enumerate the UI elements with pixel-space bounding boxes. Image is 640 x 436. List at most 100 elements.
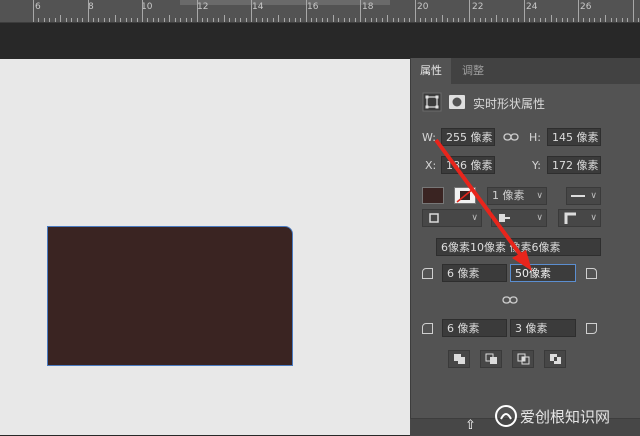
w-label: W: — [422, 131, 436, 144]
ruler-tick — [103, 18, 105, 22]
rounded-rectangle-shape[interactable] — [47, 226, 293, 366]
ruler-tick — [523, 0, 525, 22]
x-label: X: — [425, 159, 437, 172]
y-label: Y: — [532, 159, 541, 172]
ruler-tick — [479, 18, 481, 22]
ruler-tick — [567, 18, 569, 22]
radius-bottom-left-field[interactable]: 6 像素 — [442, 319, 507, 337]
ruler-tick — [82, 18, 84, 22]
stroke-corners-dropdown[interactable]: ∨ — [558, 209, 601, 227]
ruler-tick — [76, 18, 78, 22]
subtract-shapes-button[interactable] — [480, 350, 502, 368]
ruler-tick — [158, 18, 160, 22]
ruler-tick — [207, 18, 209, 22]
ruler-tick — [409, 18, 411, 22]
radius-bottom-right-field[interactable]: 3 像素 — [510, 319, 576, 337]
ruler-tick — [621, 18, 623, 22]
corner-top-left-icon — [422, 268, 433, 279]
ruler-tick — [632, 0, 634, 22]
ruler-tick — [196, 0, 198, 22]
ruler-tick — [152, 18, 154, 22]
stroke-caps-dropdown[interactable]: ∨ — [491, 209, 547, 227]
ruler-tick — [321, 18, 323, 22]
ruler-tick — [114, 15, 116, 22]
intersect-shapes-button[interactable] — [512, 350, 534, 368]
corner-radius-combined[interactable]: 6像素10像素 像素6像素 — [436, 238, 601, 256]
transform-icon[interactable] — [422, 92, 442, 112]
ruler-tick — [605, 15, 607, 22]
ruler-tick — [419, 18, 421, 22]
ruler-tick — [240, 18, 242, 22]
ruler-tick — [87, 0, 89, 22]
y-field[interactable]: 172 像素 — [547, 156, 601, 174]
chevron-down-icon: ∨ — [590, 213, 597, 223]
link-radii-icon[interactable] — [502, 296, 518, 305]
canvas-pasteboard — [0, 23, 640, 59]
mask-icon[interactable] — [448, 94, 466, 110]
ruler-label: 26 — [580, 2, 592, 12]
line-style-icon — [571, 195, 585, 197]
stroke-width-dropdown[interactable]: 1 像素 ∨ — [487, 187, 547, 205]
ruler-tick — [185, 18, 187, 22]
ruler-tick — [98, 18, 100, 22]
ruler-label: 12 — [197, 2, 209, 12]
ruler-tick — [436, 18, 438, 22]
link-icon[interactable] — [503, 133, 519, 142]
ruler-scroll-handle[interactable] — [180, 0, 390, 5]
ruler-tick — [120, 18, 122, 22]
ruler-tick — [218, 18, 220, 22]
ruler-tick — [501, 18, 503, 22]
ruler-tick — [370, 18, 372, 22]
tab-properties[interactable]: 属性 — [411, 58, 451, 84]
fill-color-swatch[interactable] — [422, 187, 444, 204]
ruler-tick — [267, 18, 269, 22]
ruler-tick — [300, 18, 302, 22]
ruler-tick — [60, 15, 62, 22]
width-field[interactable]: 255 像素 — [441, 128, 495, 146]
ruler-tick — [430, 18, 432, 22]
ruler-tick — [92, 18, 94, 22]
ruler-tick — [610, 18, 612, 22]
ruler-tick — [594, 18, 596, 22]
watermark-logo-icon — [495, 405, 517, 427]
corner-join-icon — [564, 212, 576, 224]
ruler-tick — [572, 18, 574, 22]
stroke-type-dropdown[interactable]: ∨ — [566, 187, 601, 205]
ruler-tick — [33, 0, 34, 22]
ruler-tick — [534, 18, 536, 22]
stroke-color-swatch[interactable] — [454, 187, 476, 204]
ruler-tick — [469, 0, 470, 22]
ruler-tick — [414, 0, 416, 22]
ruler-tick — [142, 0, 143, 22]
ruler-tick — [49, 18, 51, 22]
x-field[interactable]: 186 像素 — [441, 156, 495, 174]
ruler-tick — [289, 18, 291, 22]
height-field[interactable]: 145 像素 — [547, 128, 601, 146]
ruler-label: 16 — [307, 2, 319, 12]
ruler-tick — [147, 18, 149, 22]
ruler-tick — [169, 15, 171, 22]
radius-top-right-field[interactable]: 50像素 — [510, 264, 576, 282]
ruler-tick — [201, 18, 203, 22]
ruler-tick — [550, 15, 552, 22]
chevron-down-icon: ∨ — [536, 191, 543, 201]
ruler-tick — [425, 18, 427, 22]
exclude-shapes-button[interactable] — [544, 350, 566, 368]
ruler-label: 18 — [362, 2, 374, 12]
ruler-tick — [327, 18, 329, 22]
combine-shapes-button[interactable] — [448, 350, 470, 368]
ruler-label: 14 — [252, 2, 264, 12]
ruler-tick — [305, 0, 307, 22]
stroke-align-dropdown[interactable]: ∨ — [422, 209, 482, 227]
exclude-icon — [550, 354, 561, 364]
ruler-tick — [38, 18, 40, 22]
cursor-icon: ⇧ — [465, 418, 476, 433]
ruler-tick — [392, 18, 394, 22]
ruler-tick — [338, 18, 340, 22]
ruler-tick — [349, 18, 351, 22]
tab-adjustments[interactable]: 调整 — [453, 58, 493, 84]
ruler-tick — [599, 18, 601, 22]
ruler-tick — [245, 18, 247, 22]
stroke-width-value: 1 像素 — [492, 189, 525, 202]
radius-top-left-field[interactable]: 6 像素 — [442, 264, 507, 282]
